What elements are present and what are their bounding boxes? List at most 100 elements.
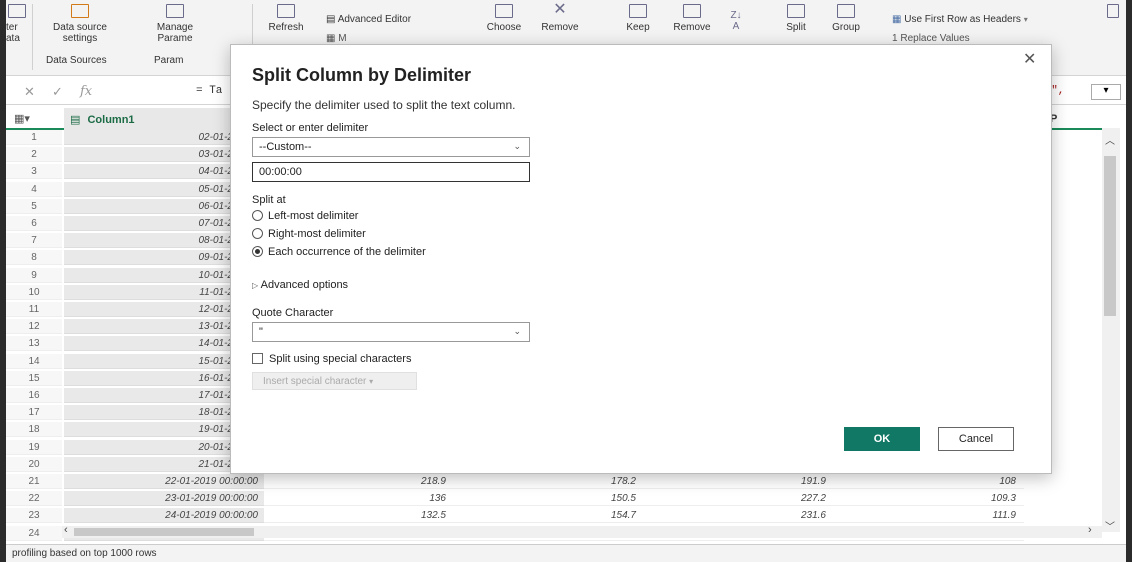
formula-text[interactable]: = Ta (196, 85, 222, 97)
table-menu-icon[interactable]: ▦▾ (14, 112, 30, 125)
table-cell[interactable]: 218.9 (264, 474, 454, 489)
radio-button[interactable] (252, 228, 263, 239)
row-number: 14 (6, 353, 62, 369)
power-query-editor: ter ata Data source settings Manage Para… (0, 0, 1132, 562)
horizontal-scrollbar[interactable]: ‹ › (62, 524, 1102, 538)
choose-columns-button[interactable]: Choose (480, 4, 528, 33)
horizontal-scrollbar-thumb[interactable] (74, 528, 254, 536)
check-icon[interactable]: ✓ (52, 84, 63, 100)
radio-right-most[interactable]: Right-most delimiter (252, 228, 366, 240)
replace-values-button[interactable]: 1 Replace Values (892, 33, 970, 44)
chevron-down-icon: ⌄ (513, 326, 521, 336)
vertical-scrollbar[interactable]: ︿ ﹀ (1102, 128, 1120, 533)
radio-left-most[interactable]: Left-most delimiter (252, 210, 358, 222)
radio-each-occurrence[interactable]: Each occurrence of the delimiter (252, 246, 426, 258)
chevron-down-icon[interactable]: ﹀ (1105, 518, 1115, 533)
group-label-data-sources: Data Sources (46, 55, 107, 66)
row-number: 20 (6, 456, 62, 472)
parameters-icon (166, 4, 184, 18)
cancel-button[interactable]: Cancel (938, 427, 1014, 451)
row-number: 12 (6, 319, 62, 335)
chevron-left-icon[interactable]: ‹ (64, 524, 68, 536)
close-icon[interactable]: ✕ (1023, 49, 1036, 69)
cell-column1[interactable]: 24-01-2019 00:00:00 (64, 508, 264, 524)
formula-expand-button[interactable]: ▾ (1091, 84, 1121, 100)
chevron-right-icon[interactable]: › (1088, 524, 1092, 536)
chevron-down-icon: ⌄ (513, 141, 521, 151)
delimiter-label: Select or enter delimiter (252, 122, 369, 134)
split-column-button[interactable]: Split (776, 4, 816, 33)
radio-button-selected[interactable] (252, 246, 263, 257)
ok-button[interactable]: OK (844, 427, 920, 451)
table-cell[interactable]: 109.3 (834, 491, 1024, 507)
remove-icon: ✕ (553, 1, 567, 18)
text-type-icon: ▤ (70, 114, 81, 126)
manage-button[interactable]: ▦ M (326, 33, 347, 44)
data-type-button[interactable] (1104, 4, 1122, 22)
table-cell[interactable]: 178.2 (454, 474, 644, 489)
delimiter-select[interactable]: --Custom-- ⌄ (252, 137, 530, 157)
cell-column1[interactable]: 22-01-2019 00:00:00 (64, 474, 264, 489)
vertical-scrollbar-thumb[interactable] (1104, 156, 1116, 316)
headers-icon: ▦ (892, 14, 902, 25)
row-number: 22 (6, 491, 62, 507)
manage-icon: ▦ (326, 33, 336, 44)
table-cell[interactable]: 108 (834, 474, 1024, 489)
cell-column1[interactable]: 23-01-2019 00:00:00 (64, 491, 264, 507)
table-row[interactable]: 21 22-01-2019 00:00:00 218.9 178.2 191.9 108 (6, 474, 1106, 489)
checkbox[interactable] (252, 353, 263, 364)
table-row[interactable]: 23 24-01-2019 00:00:00 132.5 154.7 231.6 111.… (6, 508, 1106, 524)
table-cell[interactable]: 191.9 (644, 474, 834, 489)
row-number: 21 (6, 474, 62, 489)
row-number: 23 (6, 508, 62, 524)
special-characters-checkbox[interactable]: Split using special characters (252, 353, 411, 365)
close-icon[interactable]: ✕ (24, 84, 35, 100)
row-number: 11 (6, 302, 62, 317)
radio-button[interactable] (252, 210, 263, 221)
row-number: 2 (6, 147, 62, 163)
quote-character-label: Quote Character (252, 307, 334, 319)
refresh-icon (277, 4, 295, 18)
data-type-icon (1107, 4, 1119, 18)
chevron-up-icon[interactable]: ︿ (1105, 132, 1115, 147)
row-number: 10 (6, 284, 62, 300)
table-cell[interactable]: 150.5 (454, 491, 644, 507)
sort-button[interactable]: Z↓ A (726, 10, 746, 32)
insert-special-character-button[interactable]: Insert special character ▾ (252, 372, 417, 390)
table-cell[interactable]: 111.9 (834, 508, 1024, 524)
columns-icon (495, 4, 513, 18)
table-row[interactable]: 22 23-01-2019 00:00:00 136 150.5 227.2 109.3 (6, 491, 1106, 507)
row-number: 3 (6, 164, 62, 180)
use-first-row-as-headers-button[interactable]: ▦ Use First Row as Headers ▾ (892, 14, 1028, 25)
remove-columns-button[interactable]: ✕ Remove (534, 1, 586, 34)
row-number: 5 (6, 198, 62, 214)
table-cell[interactable]: 132.5 (264, 508, 454, 524)
table-cell[interactable]: 154.7 (454, 508, 644, 524)
enter-data-button[interactable]: ter ata (6, 4, 32, 44)
row-number: 17 (6, 405, 62, 421)
custom-delimiter-input[interactable]: 00:00:00 (252, 162, 530, 182)
status-bar: profiling based on top 1000 rows (6, 544, 1126, 562)
keep-rows-button[interactable]: Keep (618, 4, 658, 33)
split-column-dialog: ✕ Split Column by Delimiter Specify the … (230, 44, 1052, 474)
group-by-button[interactable]: Group (822, 4, 870, 33)
split-at-label: Split at (252, 194, 286, 206)
table-cell[interactable]: 136 (264, 491, 454, 507)
data-source-settings-button[interactable]: Data source settings (40, 4, 120, 44)
group-icon (837, 4, 855, 18)
row-number: 13 (6, 336, 62, 352)
dialog-description: Specify the delimiter used to split the … (252, 98, 516, 112)
refresh-button[interactable]: Refresh (256, 4, 316, 33)
dialog-title: Split Column by Delimiter (252, 65, 472, 85)
table-cell[interactable]: 227.2 (644, 491, 834, 507)
quote-character-select[interactable]: " ⌄ (252, 322, 530, 342)
table-icon (8, 4, 26, 18)
row-number: 8 (6, 250, 62, 266)
row-number: 6 (6, 216, 62, 231)
table-cell[interactable]: 231.6 (644, 508, 834, 524)
remove-rows-button[interactable]: Remove (666, 4, 718, 33)
row-number: 9 (6, 267, 62, 283)
advanced-editor-button[interactable]: ▤ Advanced Editor (326, 14, 411, 25)
advanced-options-toggle[interactable]: ▷ Advanced options (252, 279, 348, 291)
manage-parameters-button[interactable]: Manage Parame (120, 4, 230, 44)
